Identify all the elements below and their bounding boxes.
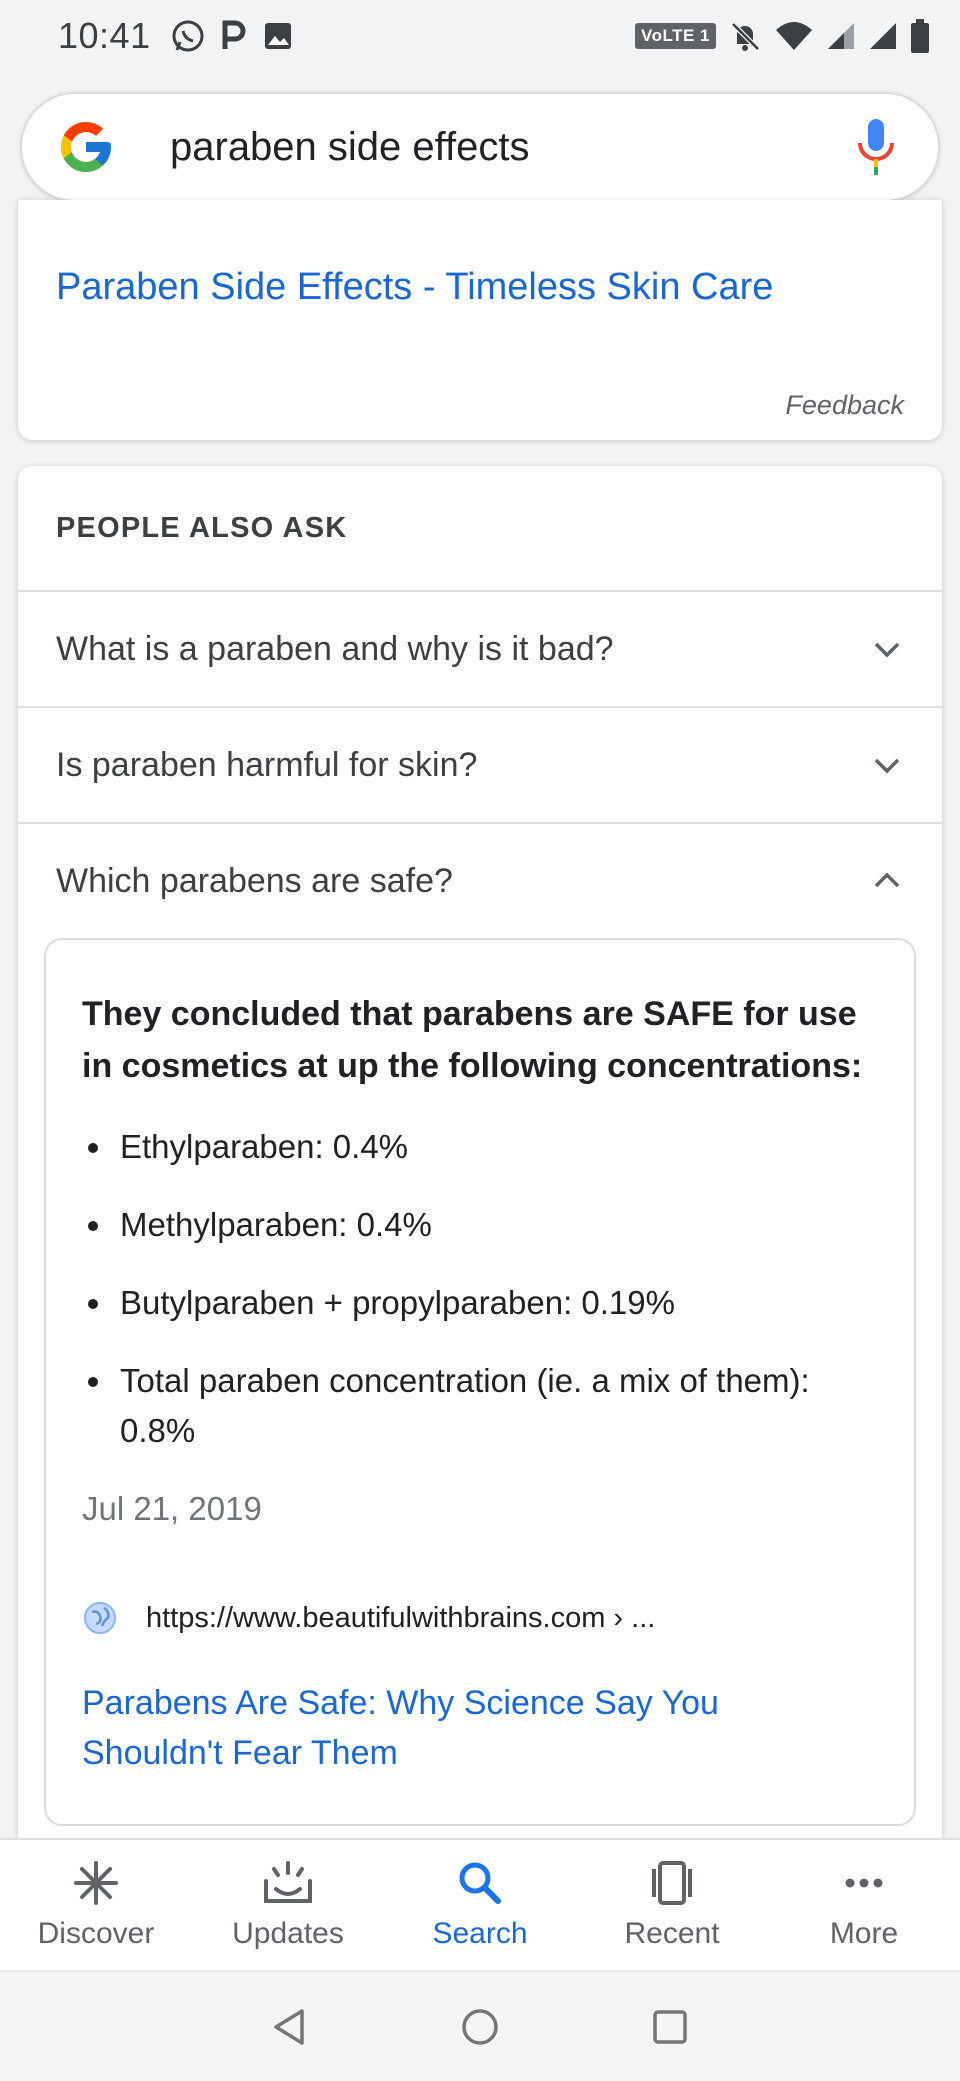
image-icon <box>264 23 291 49</box>
status-bar: 10:41 VoLTE 1 <box>0 0 960 72</box>
globe-icon <box>84 1602 116 1634</box>
whatsapp-icon <box>172 20 204 52</box>
result-card: Paraben Side Effects - Timeless Skin Car… <box>18 200 942 440</box>
list-item: Butylparaben + propylparaben: 0.19% <box>82 1278 892 1328</box>
nav-discover[interactable]: Discover <box>0 1840 192 1970</box>
source-row[interactable]: https://www.beautifulwithbrains.com › ..… <box>82 1600 655 1636</box>
updates-icon <box>264 1861 312 1903</box>
source-url[interactable]: https://www.beautifulwithbrains.com › ..… <box>146 1602 655 1635</box>
nav-recent[interactable]: Recent <box>576 1840 768 1970</box>
home-icon[interactable] <box>460 2007 500 2047</box>
parking-p-icon <box>222 20 246 49</box>
system-navigation-bar <box>0 1970 960 2081</box>
status-right-icons: VoLTE 1 <box>635 19 930 53</box>
nav-label: Search <box>432 1917 528 1950</box>
volte-badge: VoLTE 1 <box>635 23 716 49</box>
paa-question-row[interactable]: What is a paraben and why is it bad? <box>18 590 942 706</box>
more-icon <box>845 1878 883 1888</box>
overview-icon[interactable] <box>650 2007 690 2047</box>
search-box[interactable]: paraben side effects <box>20 92 940 202</box>
answer-date: Jul 21, 2019 <box>82 1490 262 1527</box>
list-item: Total paraben concentration (ie. a mix o… <box>82 1356 892 1456</box>
mute-bell-icon <box>731 22 760 51</box>
list-item: Ethylparaben: 0.4% <box>82 1122 892 1172</box>
people-also-ask-heading: PEOPLE ALSO ASK <box>56 512 348 544</box>
list-item: Methylparaben: 0.4% <box>82 1200 892 1250</box>
paa-question-text: Is paraben harmful for skin? <box>56 745 478 784</box>
wifi-icon <box>776 22 812 50</box>
nav-label: Discover <box>37 1917 155 1950</box>
nav-label: Recent <box>624 1917 720 1950</box>
feedback-link[interactable]: Feedback <box>785 390 904 421</box>
nav-label: More <box>829 1917 899 1950</box>
signal-icon <box>828 23 854 49</box>
paa-question-text: Which parabens are safe? <box>56 861 453 900</box>
recent-icon <box>652 1861 692 1905</box>
answer-lead-text: They concluded that parabens are SAFE fo… <box>82 995 863 1085</box>
paa-question-text: What is a paraben and why is it bad? <box>56 629 614 668</box>
answer-bullet-list: Ethylparaben: 0.4% Methylparaben: 0.4% B… <box>82 1122 892 1484</box>
result-title-link[interactable]: Paraben Side Effects - Timeless Skin Car… <box>56 266 773 309</box>
paa-question-row-expanded[interactable]: Which parabens are safe? <box>18 822 942 938</box>
signal-icon <box>870 23 896 49</box>
mic-icon[interactable] <box>854 117 898 177</box>
search-icon <box>459 1862 501 1904</box>
nav-label: Updates <box>232 1917 344 1950</box>
status-time: 10:41 <box>58 15 151 56</box>
source-title-link[interactable]: Parabens Are Safe: Why Science Say You S… <box>82 1678 842 1778</box>
google-g-logo[interactable] <box>56 117 116 177</box>
status-left-icons <box>171 19 293 53</box>
battery-icon <box>911 19 929 53</box>
asterisk-icon <box>74 1861 118 1905</box>
back-icon[interactable] <box>270 2007 310 2047</box>
chevron-down-icon[interactable] <box>870 632 904 666</box>
nav-search[interactable]: Search <box>384 1840 576 1970</box>
bottom-navigation: Discover Updates Search Recent More <box>0 1838 960 1970</box>
answer-box: They concluded that parabens are SAFE fo… <box>44 938 916 1826</box>
nav-updates[interactable]: Updates <box>192 1840 384 1970</box>
chevron-down-icon[interactable] <box>870 748 904 782</box>
chevron-up-icon[interactable] <box>870 864 904 898</box>
search-input[interactable]: paraben side effects <box>170 125 854 170</box>
nav-more[interactable]: More <box>768 1840 960 1970</box>
paa-question-row[interactable]: Is paraben harmful for skin? <box>18 706 942 822</box>
people-also-ask-card: PEOPLE ALSO ASK What is a paraben and wh… <box>18 466 942 1866</box>
